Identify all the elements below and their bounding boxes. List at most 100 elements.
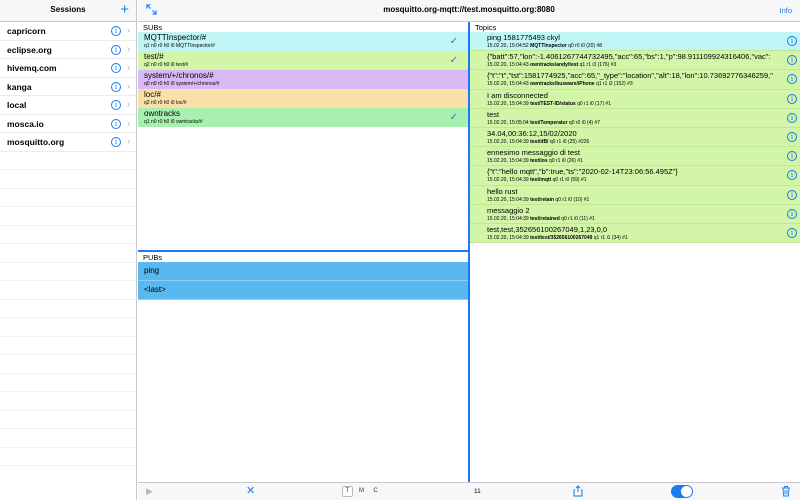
topic-meta: 15.02.20, 15:04:39 test/mqtt q0 r1 i0 (5… — [487, 177, 784, 183]
session-row[interactable]: capricorn i › — [0, 22, 136, 41]
topic-meta-flags: q0 r1 i0 (17) #1 — [577, 100, 611, 107]
topic-row[interactable]: {"t":"t","tst":1581774925,"acc":65,"_typ… — [470, 70, 800, 90]
subscription-row[interactable]: MQTTInspector/# q1 n0 r0 h0 i0 MQTTInspec… — [138, 32, 468, 51]
topic-row[interactable]: 34.04,00:36:12,15/02/2020 15.02.20, 15:04… — [470, 127, 800, 148]
topic-meta-topic: test/test/352656100267049 — [530, 234, 593, 241]
session-list-empty-area — [0, 152, 136, 466]
info-icon[interactable]: i — [111, 26, 121, 36]
mode-segment[interactable]: M — [356, 486, 367, 497]
window-title: mosquitto.org-mqtt://test.mosquitto.org:… — [383, 5, 555, 14]
session-label: kanga — [7, 81, 32, 92]
info-icon[interactable]: i — [787, 170, 797, 181]
info-icon[interactable]: i — [111, 100, 121, 110]
info-icon[interactable]: i — [111, 63, 121, 73]
share-icon[interactable] — [573, 485, 583, 497]
top-navigation-bar: mosquitto.org-mqtt://test.mosquitto.org:… — [138, 0, 800, 22]
session-row[interactable]: mosca.io i › — [0, 115, 136, 133]
topic-row[interactable]: messaggio 2 15.02.20, 15:04:39 test/retai… — [470, 204, 800, 224]
chevron-right-icon: › — [127, 80, 130, 91]
topic-payload: {"t":"hello mqtt","b":true,"ts":"2020-02… — [487, 167, 678, 177]
info-icon[interactable]: i — [787, 208, 797, 219]
topic-meta: 15.02.20, 15:04:43 owntracks/busware/iPh… — [487, 81, 784, 87]
subscription-row[interactable]: owntracks q1 n0 r0 h0 i0 owntracks/# ✓ — [138, 108, 468, 127]
subscription-row[interactable]: test/# q2 n0 r0 h0 i0 test/# ✓ — [138, 51, 468, 70]
topic-payload: I am disconnected — [487, 90, 548, 100]
info-icon[interactable]: i — [111, 81, 121, 92]
checkmark-icon: ✓ — [449, 112, 458, 123]
empty-row — [0, 244, 136, 263]
info-button[interactable]: Info — [779, 6, 792, 15]
topic-payload: {"batt":57,"lon":-1.4061267744732495,"ac… — [487, 52, 771, 62]
topic-row[interactable]: test,test,352656100267049,1,23,0,0 15.02.… — [470, 223, 800, 244]
info-icon[interactable]: i — [787, 189, 797, 200]
subscription-topic: test/# — [144, 52, 164, 61]
topic-payload: ping 1581775493 ckyl — [487, 33, 560, 42]
subscription-topic: MQTTInspector/# — [144, 33, 207, 42]
info-icon[interactable]: i — [787, 112, 797, 123]
subscription-row[interactable]: system/+/chronos/# q0 n0 r0 h0 i0 system/… — [138, 70, 468, 89]
topic-row[interactable]: I am disconnected 15.02.20, 15:04:39 test… — [470, 89, 800, 109]
topic-payload: {"t":"t","tst":1581774925,"acc":65,"_typ… — [487, 71, 773, 81]
topic-meta-topic: MQTTInspector — [530, 43, 567, 49]
chevron-right-icon: › — [127, 43, 130, 54]
empty-row — [0, 355, 136, 374]
topic-meta-flags: q0 r0 i0 (4) #7 — [568, 119, 601, 126]
mode-segment[interactable]: T — [342, 486, 353, 497]
info-icon[interactable]: i — [787, 55, 797, 66]
empty-row — [0, 337, 136, 355]
session-row[interactable]: mosquitto.org i › — [0, 133, 136, 152]
topic-row[interactable]: ennesimo messaggio di test 15.02.20, 15:0… — [470, 147, 800, 167]
topic-payload: messaggio 2 — [487, 205, 530, 215]
topic-meta-time: 15.02.20, 15:04:39 — [487, 234, 529, 241]
topic-meta-topic: owntracks/busware/iPhone — [530, 81, 595, 88]
session-row[interactable]: eclipse.org i › — [0, 41, 136, 59]
topic-meta-flags: q0 r1 i0 (26) #1 — [549, 158, 583, 165]
info-icon[interactable]: i — [111, 137, 121, 147]
session-label: eclipse.org — [7, 44, 52, 55]
info-icon[interactable]: i — [111, 118, 121, 129]
topic-meta-flags: q1 r1 i1 (34) #1 — [593, 234, 628, 241]
info-icon[interactable]: i — [787, 93, 797, 104]
topic-row[interactable]: hello rust 15.02.20, 15:04:39 test/retain… — [470, 185, 800, 205]
session-label: mosca.io — [7, 118, 44, 129]
topic-meta-topic: owntracks/andy/test — [530, 62, 579, 69]
session-label: hivemq.com — [7, 63, 57, 73]
mode-segment[interactable]: C — [370, 486, 381, 497]
trash-icon[interactable] — [781, 485, 791, 497]
sidebar-header: Sessions + — [0, 0, 136, 22]
topic-row[interactable]: ping 1581775493 ckyl 15.02.20, 15:04:52 M… — [470, 32, 800, 52]
subscription-meta: q1 n0 r0 h0 i0 owntracks/# — [144, 119, 203, 125]
topic-row[interactable]: {"t":"hello mqtt","b":true,"ts":"2020-02… — [470, 166, 800, 186]
session-row[interactable]: local i › — [0, 96, 136, 115]
publication-row[interactable]: ping — [138, 262, 468, 281]
topic-meta-time: 15.02.20, 15:05:04 — [487, 119, 529, 126]
topic-payload: 34.04,00:36:12,15/02/2020 — [487, 128, 577, 138]
auto-scroll-toggle[interactable] — [671, 485, 693, 498]
info-icon[interactable]: i — [111, 44, 121, 55]
topic-row[interactable]: test 15.02.20, 15:05:04 test/Temperatur q… — [470, 108, 800, 128]
subs-title: SUBs — [143, 23, 163, 32]
subscription-topic: loc/# — [144, 90, 161, 99]
add-session-button[interactable]: + — [120, 1, 129, 19]
session-row[interactable]: hivemq.com i › — [0, 59, 136, 78]
subscription-row[interactable]: loc/# q2 n0 r0 h0 i0 loc/# — [138, 89, 468, 108]
play-icon[interactable]: ▶ — [146, 486, 153, 497]
chevron-right-icon: › — [127, 136, 130, 146]
session-row[interactable]: kanga i › — [0, 78, 136, 96]
pubs-title: PUBs — [143, 253, 163, 262]
info-icon[interactable]: i — [787, 74, 797, 85]
topic-meta-time: 15.02.20, 15:04:39 — [487, 100, 529, 107]
topic-row[interactable]: {"batt":57,"lon":-1.4061267744732495,"ac… — [470, 51, 800, 71]
empty-row — [0, 429, 136, 448]
empty-row — [0, 263, 136, 281]
subscription-meta: q2 n0 r0 h0 i0 test/# — [144, 62, 189, 68]
empty-row — [0, 189, 136, 207]
publication-row[interactable]: <last> — [138, 281, 468, 300]
info-icon[interactable]: i — [787, 151, 797, 162]
info-icon[interactable]: i — [787, 227, 797, 238]
x-icon[interactable]: ✕ — [246, 484, 255, 497]
info-icon[interactable]: i — [787, 36, 797, 46]
info-icon[interactable]: i — [787, 131, 797, 142]
empty-row — [0, 207, 136, 226]
empty-row — [0, 152, 136, 170]
